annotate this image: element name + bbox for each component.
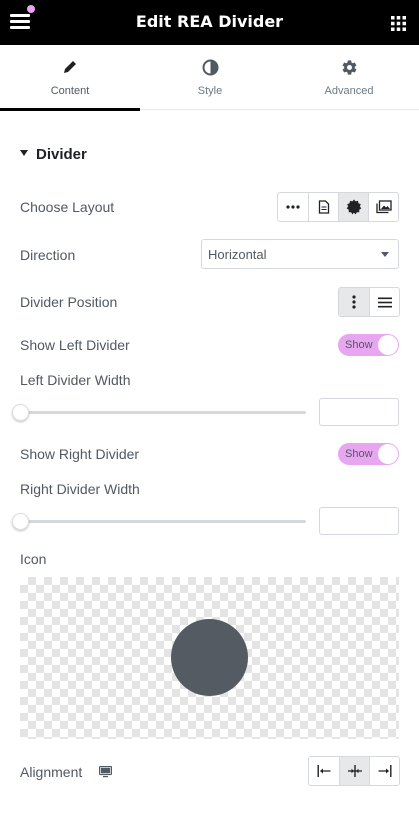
align-center-icon (347, 765, 362, 777)
dots-icon (286, 205, 300, 209)
vertical-dots-icon (352, 295, 356, 309)
choose-layout-label: Choose Layout (20, 199, 115, 215)
left-divider-width-slider[interactable] (12, 402, 306, 422)
toggle-text: Show (345, 448, 373, 460)
right-divider-width-input[interactable] (319, 507, 399, 535)
right-divider-width-label: Right Divider Width (20, 481, 140, 497)
tab-label: Advanced (324, 85, 374, 97)
toggle-text: Show (345, 339, 373, 351)
panel-title: Edit REA Divider (135, 12, 284, 31)
layout-choice-group (277, 192, 399, 222)
badge-icon (346, 199, 361, 215)
header-bar: Edit REA Divider (0, 0, 419, 45)
divider-position-label: Divider Position (20, 294, 118, 310)
layout-option-images[interactable] (368, 193, 398, 221)
left-divider-width-label: Left Divider Width (20, 372, 131, 388)
icon-preview-picker[interactable] (20, 577, 399, 739)
tab-label: Style (197, 85, 223, 97)
layout-option-dots[interactable] (278, 193, 308, 221)
slider-track (20, 411, 306, 414)
grid-icon[interactable] (391, 16, 406, 31)
toggle-knob (378, 335, 398, 355)
caret-down-icon (20, 150, 28, 157)
images-icon (375, 200, 392, 214)
direction-select[interactable]: Horizontal (201, 239, 399, 269)
icon-label: Icon (20, 551, 47, 567)
tab-content[interactable]: Content (0, 45, 140, 111)
alignment-label: Alignment (20, 764, 83, 780)
toggle-knob (378, 444, 398, 464)
tab-advanced[interactable]: Advanced (279, 45, 419, 109)
show-right-divider-label: Show Right Divider (20, 446, 140, 462)
direction-label: Direction (20, 247, 76, 263)
show-left-divider-toggle[interactable]: Show (338, 334, 399, 356)
circle-icon (171, 619, 248, 696)
layout-option-document[interactable] (308, 193, 338, 221)
document-icon (318, 200, 329, 214)
alignment-choice-group (308, 756, 400, 786)
panel-tabs: Content Style Advanced (0, 45, 419, 111)
layout-option-badge[interactable] (338, 193, 368, 221)
position-option-vertical[interactable] (339, 288, 369, 316)
slider-track (20, 520, 306, 523)
align-left-icon (317, 765, 331, 777)
tab-label: Content (50, 85, 90, 97)
gear-icon (342, 60, 356, 75)
align-right-icon (378, 765, 391, 777)
section-toggle-divider[interactable]: Divider (20, 146, 87, 163)
direction-select-value: Horizontal (208, 247, 267, 262)
divider-position-group (338, 287, 400, 317)
half-circle-icon (202, 59, 218, 76)
horizontal-lines-icon (377, 297, 392, 307)
position-option-horizontal[interactable] (369, 288, 399, 316)
desktop-icon[interactable] (99, 766, 112, 778)
section-title: Divider (36, 146, 87, 163)
slider-thumb[interactable] (12, 404, 29, 421)
right-divider-width-slider[interactable] (12, 511, 306, 531)
left-divider-width-input[interactable] (319, 398, 399, 426)
slider-thumb[interactable] (12, 513, 29, 530)
pencil-icon (64, 61, 76, 73)
alignment-option-left[interactable] (309, 757, 339, 785)
show-right-divider-toggle[interactable]: Show (338, 443, 399, 465)
alignment-option-center[interactable] (339, 757, 369, 785)
show-left-divider-label: Show Left Divider (20, 337, 130, 353)
tab-style[interactable]: Style (140, 45, 280, 109)
chevron-down-icon (381, 252, 389, 257)
alignment-option-right[interactable] (369, 757, 399, 785)
